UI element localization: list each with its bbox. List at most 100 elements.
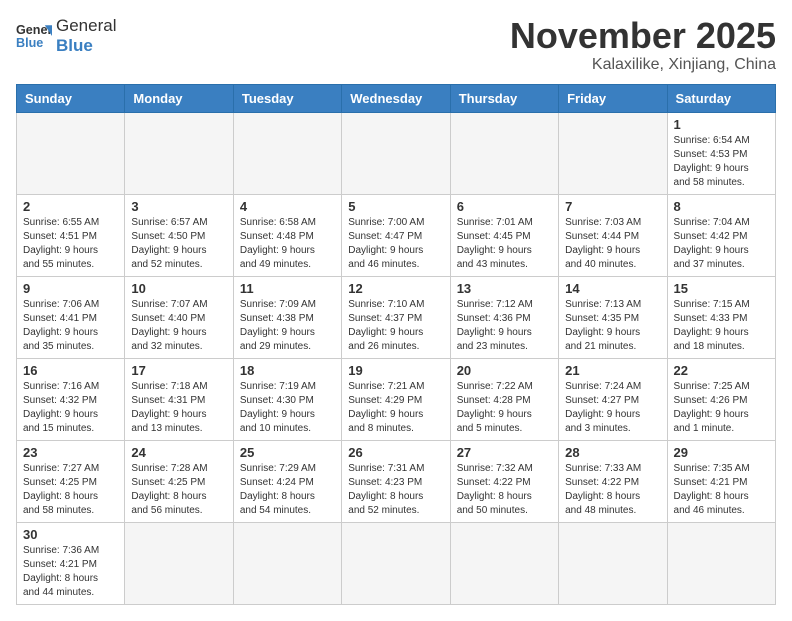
day-number: 23 (23, 445, 118, 460)
weekday-header: Friday (559, 84, 667, 112)
day-info: Sunrise: 6:55 AM Sunset: 4:51 PM Dayligh… (23, 216, 118, 272)
calendar-week-row: 9Sunrise: 7:06 AM Sunset: 4:41 PM Daylig… (17, 276, 776, 358)
weekday-header: Tuesday (233, 84, 341, 112)
calendar-day-cell: 22Sunrise: 7:25 AM Sunset: 4:26 PM Dayli… (667, 358, 775, 440)
day-info: Sunrise: 7:12 AM Sunset: 4:36 PM Dayligh… (457, 298, 552, 354)
day-info: Sunrise: 7:31 AM Sunset: 4:23 PM Dayligh… (348, 462, 443, 518)
day-info: Sunrise: 7:32 AM Sunset: 4:22 PM Dayligh… (457, 462, 552, 518)
day-number: 11 (240, 281, 335, 296)
day-number: 25 (240, 445, 335, 460)
calendar-day-cell: 16Sunrise: 7:16 AM Sunset: 4:32 PM Dayli… (17, 358, 125, 440)
weekday-header: Saturday (667, 84, 775, 112)
calendar-day-cell: 11Sunrise: 7:09 AM Sunset: 4:38 PM Dayli… (233, 276, 341, 358)
logo: General Blue General Blue (16, 16, 116, 57)
calendar-day-cell: 27Sunrise: 7:32 AM Sunset: 4:22 PM Dayli… (450, 440, 558, 522)
calendar-week-row: 1Sunrise: 6:54 AM Sunset: 4:53 PM Daylig… (17, 112, 776, 194)
day-number: 4 (240, 199, 335, 214)
day-info: Sunrise: 7:36 AM Sunset: 4:21 PM Dayligh… (23, 544, 118, 600)
day-info: Sunrise: 7:27 AM Sunset: 4:25 PM Dayligh… (23, 462, 118, 518)
day-number: 24 (131, 445, 226, 460)
day-number: 2 (23, 199, 118, 214)
weekday-header: Wednesday (342, 84, 450, 112)
day-number: 29 (674, 445, 769, 460)
calendar-week-row: 16Sunrise: 7:16 AM Sunset: 4:32 PM Dayli… (17, 358, 776, 440)
page-header: General Blue General Blue November 2025 … (16, 16, 776, 74)
day-number: 28 (565, 445, 660, 460)
calendar-day-cell: 17 Sunrise: 7:18 AM Sunset: 4:31 PM Dayli… (125, 358, 233, 440)
day-number: 14 (565, 281, 660, 296)
title-block: November 2025 Kalaxilike, Xinjiang, Chin… (510, 16, 776, 74)
day-info: Sunrise: 7:13 AM Sunset: 4:35 PM Dayligh… (565, 298, 660, 354)
day-number: 7 (565, 199, 660, 214)
day-number: 3 (131, 199, 226, 214)
day-number: 22 (674, 363, 769, 378)
weekday-header: Sunday (17, 84, 125, 112)
day-info: Sunrise: 7:35 AM Sunset: 4:21 PM Dayligh… (674, 462, 769, 518)
calendar-day-cell (125, 112, 233, 194)
calendar-day-cell: 4 Sunrise: 6:58 AM Sunset: 4:48 PM Daylig… (233, 194, 341, 276)
calendar-day-cell (450, 112, 558, 194)
day-number: 18 (240, 363, 335, 378)
day-number: 20 (457, 363, 552, 378)
day-number: 9 (23, 281, 118, 296)
calendar-day-cell (233, 112, 341, 194)
day-info: Sunrise: 6:58 AM Sunset: 4:48 PM Dayligh… (240, 216, 335, 272)
calendar-day-cell: 23 Sunrise: 7:27 AM Sunset: 4:25 PM Dayli… (17, 440, 125, 522)
calendar-table: SundayMondayTuesdayWednesdayThursdayFrid… (16, 84, 776, 605)
calendar-day-cell: 10 Sunrise: 7:07 AM Sunset: 4:40 PM Dayli… (125, 276, 233, 358)
day-number: 13 (457, 281, 552, 296)
calendar-day-cell: 25 Sunrise: 7:29 AM Sunset: 4:24 PM Dayli… (233, 440, 341, 522)
day-number: 5 (348, 199, 443, 214)
logo-general: General (56, 16, 116, 36)
day-number: 1 (674, 117, 769, 132)
day-info: Sunrise: 7:00 AM Sunset: 4:47 PM Dayligh… (348, 216, 443, 272)
day-info: Sunrise: 7:01 AM Sunset: 4:45 PM Dayligh… (457, 216, 552, 272)
calendar-day-cell: 29 Sunrise: 7:35 AM Sunset: 4:21 PM Dayli… (667, 440, 775, 522)
day-info: Sunrise: 7:19 AM Sunset: 4:30 PM Dayligh… (240, 380, 335, 436)
day-info: Sunrise: 7:16 AM Sunset: 4:32 PM Dayligh… (23, 380, 118, 436)
calendar-header-row: SundayMondayTuesdayWednesdayThursdayFrid… (17, 84, 776, 112)
svg-text:Blue: Blue (16, 36, 43, 50)
calendar-day-cell: 7 Sunrise: 7:03 AM Sunset: 4:44 PM Daylig… (559, 194, 667, 276)
day-number: 17 (131, 363, 226, 378)
day-number: 8 (674, 199, 769, 214)
calendar-day-cell (125, 522, 233, 604)
calendar-day-cell: 1Sunrise: 6:54 AM Sunset: 4:53 PM Daylig… (667, 112, 775, 194)
calendar-day-cell (559, 112, 667, 194)
calendar-day-cell: 2 Sunrise: 6:55 AM Sunset: 4:51 PM Daylig… (17, 194, 125, 276)
day-number: 30 (23, 527, 118, 542)
calendar-week-row: 23 Sunrise: 7:27 AM Sunset: 4:25 PM Dayli… (17, 440, 776, 522)
calendar-day-cell: 30 Sunrise: 7:36 AM Sunset: 4:21 PM Dayli… (17, 522, 125, 604)
day-info: Sunrise: 7:22 AM Sunset: 4:28 PM Dayligh… (457, 380, 552, 436)
calendar-day-cell: 9Sunrise: 7:06 AM Sunset: 4:41 PM Daylig… (17, 276, 125, 358)
day-info: Sunrise: 7:29 AM Sunset: 4:24 PM Dayligh… (240, 462, 335, 518)
calendar-day-cell: 5 Sunrise: 7:00 AM Sunset: 4:47 PM Daylig… (342, 194, 450, 276)
day-number: 26 (348, 445, 443, 460)
calendar-day-cell: 12Sunrise: 7:10 AM Sunset: 4:37 PM Dayli… (342, 276, 450, 358)
calendar-day-cell: 19 Sunrise: 7:21 AM Sunset: 4:29 PM Dayli… (342, 358, 450, 440)
month-title: November 2025 (510, 16, 776, 56)
weekday-header: Thursday (450, 84, 558, 112)
calendar-day-cell: 13 Sunrise: 7:12 AM Sunset: 4:36 PM Dayli… (450, 276, 558, 358)
day-info: Sunrise: 7:28 AM Sunset: 4:25 PM Dayligh… (131, 462, 226, 518)
day-info: Sunrise: 7:04 AM Sunset: 4:42 PM Dayligh… (674, 216, 769, 272)
weekday-header: Monday (125, 84, 233, 112)
calendar-day-cell (342, 522, 450, 604)
day-info: Sunrise: 7:07 AM Sunset: 4:40 PM Dayligh… (131, 298, 226, 354)
day-number: 10 (131, 281, 226, 296)
day-number: 19 (348, 363, 443, 378)
calendar-day-cell: 8 Sunrise: 7:04 AM Sunset: 4:42 PM Daylig… (667, 194, 775, 276)
day-info: Sunrise: 7:15 AM Sunset: 4:33 PM Dayligh… (674, 298, 769, 354)
day-number: 21 (565, 363, 660, 378)
calendar-day-cell: 24 Sunrise: 7:28 AM Sunset: 4:25 PM Dayli… (125, 440, 233, 522)
calendar-day-cell (17, 112, 125, 194)
calendar-day-cell (450, 522, 558, 604)
day-number: 6 (457, 199, 552, 214)
day-info: Sunrise: 7:10 AM Sunset: 4:37 PM Dayligh… (348, 298, 443, 354)
day-info: Sunrise: 7:03 AM Sunset: 4:44 PM Dayligh… (565, 216, 660, 272)
day-info: Sunrise: 7:18 AM Sunset: 4:31 PM Dayligh… (131, 380, 226, 436)
logo-blue: Blue (56, 36, 116, 56)
calendar-day-cell (233, 522, 341, 604)
calendar-day-cell: 15Sunrise: 7:15 AM Sunset: 4:33 PM Dayli… (667, 276, 775, 358)
day-info: Sunrise: 7:21 AM Sunset: 4:29 PM Dayligh… (348, 380, 443, 436)
